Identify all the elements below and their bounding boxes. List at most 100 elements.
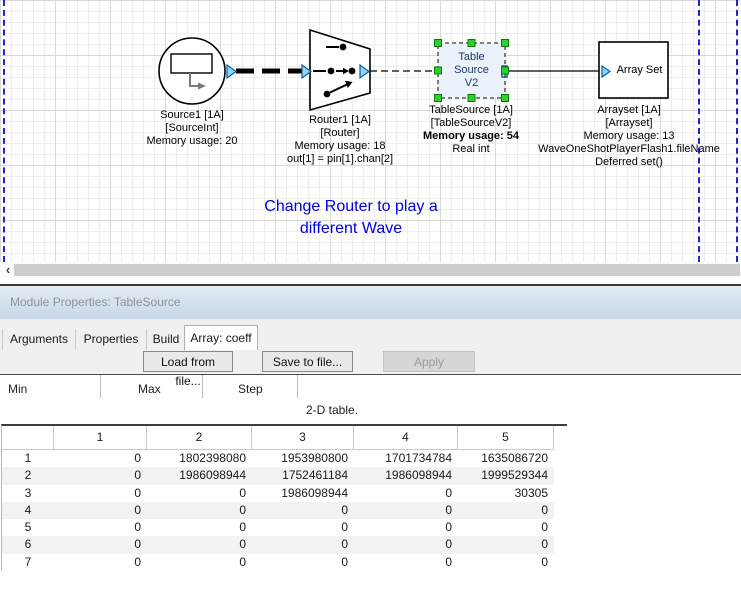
apply-button[interactable]: Apply xyxy=(383,351,475,372)
row-header: 6 xyxy=(2,536,54,553)
header-separator xyxy=(297,375,298,398)
grid-cell[interactable]: 0 xyxy=(252,554,354,571)
grid-cell[interactable]: 0 xyxy=(458,536,554,553)
grid-cell[interactable]: 0 xyxy=(54,485,147,502)
col-header: 1 xyxy=(54,426,147,449)
tablesource-body-label: Table Source V2 xyxy=(438,43,505,98)
arrayset-name-label: Arrayset [1A] xyxy=(538,104,720,117)
schematic-canvas[interactable]: Table Source V2 Array Set Source1 [1A] [… xyxy=(0,0,741,262)
grid-cell[interactable]: 0 xyxy=(54,502,147,519)
grid-cell[interactable]: 0 xyxy=(147,502,252,519)
grid-cell[interactable]: 1752461184 xyxy=(252,467,354,484)
load-from-file-button[interactable]: Load from file... xyxy=(143,351,233,372)
header-separator xyxy=(202,375,203,398)
table-row: 500000 xyxy=(2,519,554,536)
grid-cell[interactable]: 0 xyxy=(147,485,252,502)
row-header: 4 xyxy=(2,502,54,519)
module-properties-panel: Module Properties: TableSource Arguments… xyxy=(0,284,741,600)
grid-cell[interactable]: 1986098944 xyxy=(354,467,458,484)
col-header: 3 xyxy=(252,426,354,449)
tablesource-memory-label: Memory usage: 54 xyxy=(423,130,519,143)
tab-array-coeff[interactable]: Array: coeff xyxy=(184,325,258,350)
grid-cell[interactable]: 0 xyxy=(458,519,554,536)
router-caption: Router1 [1A] [Router] Memory usage: 18 o… xyxy=(287,114,393,166)
grid-cell[interactable]: 0 xyxy=(147,519,252,536)
grid-cell[interactable]: 0 xyxy=(458,554,554,571)
source-name-label: Source1 [1A] xyxy=(146,109,237,122)
row-header: 1 xyxy=(2,450,54,467)
header-separator xyxy=(100,375,101,398)
router-memory-label: Memory usage: 18 xyxy=(287,140,393,153)
grid-cell[interactable]: 0 xyxy=(147,554,252,571)
scroll-left-button[interactable]: ‹ xyxy=(2,262,14,277)
app-window: Table Source V2 Array Set Source1 [1A] [… xyxy=(0,0,741,600)
min-label: Min xyxy=(8,382,27,396)
grid-cell[interactable]: 1986098944 xyxy=(147,467,252,484)
col-header: 4 xyxy=(354,426,458,449)
grid-cell[interactable]: 1953980800 xyxy=(252,450,354,467)
horizontal-scrollbar[interactable]: ‹ xyxy=(0,262,741,278)
col-header: 2 xyxy=(147,426,252,449)
grid-cell[interactable]: 0 xyxy=(458,502,554,519)
grid-cell[interactable]: 0 xyxy=(354,502,458,519)
max-label: Max xyxy=(138,382,161,396)
arrayset-memory-label: Memory usage: 13 xyxy=(538,130,720,143)
arrayset-body-label: Array Set xyxy=(611,42,668,98)
table-row: 3001986098944030305 xyxy=(2,485,554,502)
source-block[interactable] xyxy=(159,38,236,104)
grid-cell[interactable]: 0 xyxy=(252,536,354,553)
annotation-line2: different Wave xyxy=(264,218,437,240)
grid-cell[interactable]: 0 xyxy=(354,519,458,536)
row-header: 5 xyxy=(2,519,54,536)
arrayset-type-label: [Arrayset] xyxy=(538,117,720,130)
source-output-pin-icon[interactable] xyxy=(227,65,236,78)
grid-cell[interactable]: 1802398080 xyxy=(147,450,252,467)
row-header: 7 xyxy=(2,554,54,571)
source-type-label: [SourceInt] xyxy=(146,122,237,135)
scrollbar-thumb[interactable] xyxy=(14,264,740,276)
tab-arguments[interactable]: Arguments xyxy=(2,329,75,350)
grid-cell[interactable]: 30305 xyxy=(458,485,554,502)
grid-cell[interactable]: 0 xyxy=(54,467,147,484)
annotation-line1: Change Router to play a xyxy=(264,196,437,218)
grid-cell[interactable]: 0 xyxy=(54,554,147,571)
grid-cell[interactable]: 1986098944 xyxy=(252,485,354,502)
row-header: 2 xyxy=(2,467,54,484)
tablesource-caption: TableSource [1A] [TableSourceV2] Memory … xyxy=(423,104,519,156)
grid-cell[interactable]: 1999529344 xyxy=(458,467,554,484)
grid-cell[interactable]: 0 xyxy=(354,485,458,502)
save-to-file-button[interactable]: Save to file... xyxy=(262,351,353,372)
table-row: 600000 xyxy=(2,536,554,553)
table-row: 2019860989441752461184198609894419995293… xyxy=(2,467,554,484)
grid-cell[interactable]: 0 xyxy=(252,519,354,536)
tab-build[interactable]: Build xyxy=(146,329,186,350)
grid-cell[interactable]: 0 xyxy=(354,536,458,553)
grid-cell[interactable]: 0 xyxy=(54,536,147,553)
panel-divider xyxy=(0,374,741,375)
col-header: 5 xyxy=(458,426,554,449)
tablesource-name-label: TableSource [1A] xyxy=(423,104,519,117)
grid-cell[interactable]: 0 xyxy=(252,502,354,519)
tab-properties[interactable]: Properties xyxy=(75,329,146,350)
grid-cell[interactable]: 0 xyxy=(354,554,458,571)
grid-cell[interactable]: 0 xyxy=(147,536,252,553)
table-caption: 2-D table. xyxy=(306,403,358,417)
grid-cell[interactable]: 0 xyxy=(54,450,147,467)
router-name-label: Router1 [1A] xyxy=(287,114,393,127)
router-type-label: [Router] xyxy=(287,127,393,140)
canvas-annotation[interactable]: Change Router to play a different Wave xyxy=(264,196,437,240)
grid-cell[interactable]: 0 xyxy=(54,519,147,536)
router-block[interactable] xyxy=(302,30,370,110)
step-label: Step xyxy=(238,382,263,396)
grid-cell[interactable]: 1701734784 xyxy=(354,450,458,467)
grid-cell[interactable]: 1635086720 xyxy=(458,450,554,467)
tablesource-type-label: [TableSourceV2] xyxy=(423,117,519,130)
row-header: 3 xyxy=(2,485,54,502)
table-row: 400000 xyxy=(2,502,554,519)
source-memory-label: Memory usage: 20 xyxy=(146,135,237,148)
table-row: 1018023980801953980800170173478416350867… xyxy=(2,450,554,467)
table-row: 700000 xyxy=(2,554,554,571)
arrayset-deferred-label: Deferred set() xyxy=(538,156,720,169)
tablesource-datatype-label: Real int xyxy=(423,143,519,156)
coeff-grid: 1234510180239808019539808001701734784163… xyxy=(1,424,567,571)
